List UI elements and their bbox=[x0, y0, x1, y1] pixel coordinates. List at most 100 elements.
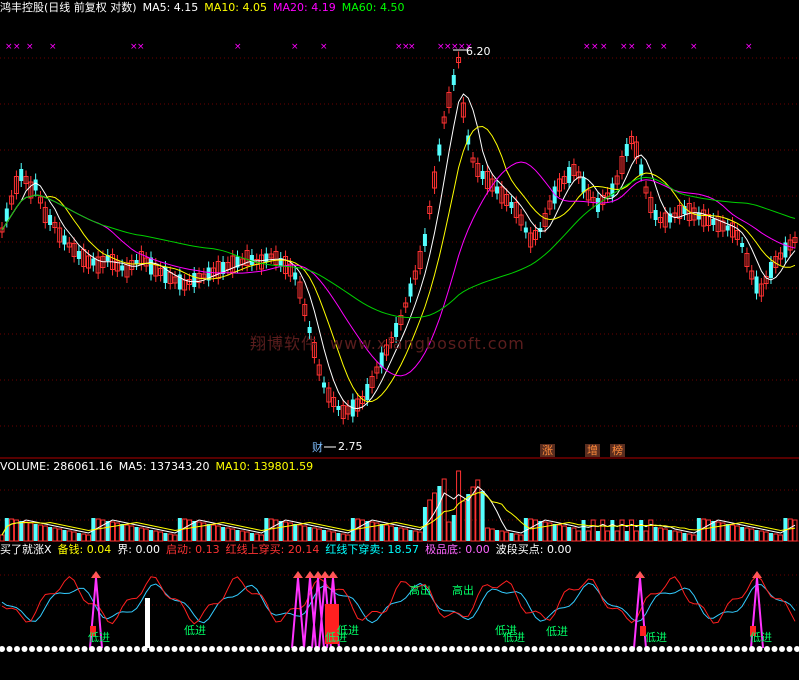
baseline-dot bbox=[321, 646, 328, 652]
volume-bar bbox=[283, 521, 289, 542]
volume-bar bbox=[172, 534, 178, 542]
volume-bar bbox=[206, 524, 211, 541]
baseline-dot bbox=[96, 646, 103, 652]
volume-bar bbox=[230, 528, 236, 542]
volume-bar bbox=[57, 528, 63, 542]
gao-chu-label: 高出 bbox=[409, 584, 431, 597]
candle-body bbox=[19, 169, 24, 181]
volume-bar bbox=[33, 524, 38, 541]
buy-spike bbox=[291, 577, 305, 649]
volume-bar bbox=[567, 527, 572, 541]
candle-body bbox=[740, 243, 745, 247]
indicator-cyan-line bbox=[1, 582, 796, 624]
volume-bar bbox=[153, 530, 159, 542]
baseline-dot bbox=[636, 646, 643, 652]
baseline-dot bbox=[704, 646, 710, 652]
volume-legend-item-2: MA10: 139801.59 bbox=[215, 460, 314, 473]
signal-marker-x: × bbox=[591, 42, 599, 52]
baseline-dot bbox=[606, 646, 613, 652]
volume-bar bbox=[484, 527, 490, 542]
volume-bar bbox=[311, 527, 317, 542]
indicator-panel bbox=[0, 571, 799, 652]
candle-body bbox=[365, 384, 370, 400]
baseline-dot bbox=[89, 646, 95, 652]
baseline-dot bbox=[396, 646, 403, 652]
signal-marker-x: × bbox=[745, 42, 753, 52]
volume-bar bbox=[148, 530, 153, 541]
baseline-dot bbox=[501, 646, 508, 652]
volume-bar bbox=[326, 530, 332, 542]
indicator-legend-item-2: 界: 0.00 bbox=[117, 543, 160, 556]
volume-bar bbox=[163, 533, 168, 541]
volume-panel bbox=[0, 470, 798, 542]
volume-bar bbox=[662, 528, 668, 542]
volume-bar bbox=[504, 531, 510, 542]
volume-bar bbox=[124, 524, 130, 542]
baseline-dot bbox=[771, 646, 778, 652]
price-panel: × × × × × × × × × × ×× × × × × × × × × × × × × × × bbox=[0, 42, 798, 448]
di-jin-label: 低进 bbox=[337, 624, 359, 637]
baseline-dot bbox=[696, 646, 703, 652]
baseline-dot bbox=[546, 646, 553, 652]
signal-marker-x: × bbox=[408, 42, 416, 52]
candle-body bbox=[567, 167, 572, 183]
volume-bar bbox=[249, 533, 254, 541]
baseline-dot bbox=[726, 646, 733, 652]
volume-bar bbox=[705, 519, 711, 542]
candle-body bbox=[91, 258, 96, 266]
indicator-legend-item-0: 买了就涨X bbox=[0, 543, 52, 556]
baseline-dot bbox=[284, 646, 290, 652]
volume-bar bbox=[734, 525, 740, 542]
baseline-dot bbox=[29, 646, 35, 652]
baseline-dot bbox=[36, 646, 43, 652]
baseline-dot bbox=[261, 646, 268, 652]
tag-bang: 榜 bbox=[610, 444, 625, 457]
volume-bar bbox=[600, 519, 606, 542]
volume-bar bbox=[71, 531, 77, 542]
volume-bar bbox=[340, 533, 346, 542]
baseline-dot bbox=[224, 646, 230, 652]
volume-bar bbox=[715, 521, 721, 542]
baseline-dot bbox=[119, 646, 125, 652]
volume-bar bbox=[215, 525, 221, 542]
volume-bar bbox=[359, 519, 365, 542]
baseline-dot bbox=[126, 646, 133, 652]
ma60-line bbox=[1, 176, 796, 319]
baseline-dot bbox=[111, 646, 118, 652]
volume-bar bbox=[542, 521, 548, 542]
volume-bar bbox=[355, 518, 361, 542]
volume-bar bbox=[581, 520, 586, 541]
baseline-dot bbox=[81, 646, 88, 652]
baseline-dot bbox=[201, 646, 208, 652]
baseline-dot bbox=[141, 646, 148, 652]
signal-marker-x: × bbox=[690, 42, 698, 52]
signal-marker-x: × bbox=[13, 42, 21, 52]
indicator-legend-item-6: 极品底: 0.00 bbox=[425, 543, 490, 556]
volume-bar bbox=[561, 525, 567, 542]
high-price-label: 6.20 bbox=[466, 45, 491, 58]
volume-bar bbox=[138, 527, 144, 542]
volume-bar bbox=[460, 500, 466, 542]
volume-bar bbox=[744, 527, 750, 542]
volume-bar bbox=[167, 533, 173, 542]
candle-body bbox=[653, 210, 658, 220]
volume-bar bbox=[52, 527, 58, 542]
volume-bar bbox=[701, 518, 707, 542]
baseline-dot bbox=[554, 646, 560, 652]
volume-bar bbox=[345, 534, 351, 542]
volume-bar bbox=[182, 518, 188, 542]
indicator-legend-item-3: 启动: 0.13 bbox=[165, 543, 220, 556]
volume-bar bbox=[254, 533, 260, 542]
ma-legend-item-2: MA20: 4.19 bbox=[273, 1, 336, 14]
volume-bar bbox=[42, 525, 48, 542]
volume-bar bbox=[28, 522, 34, 542]
volume-bar bbox=[489, 528, 495, 542]
baseline-dot bbox=[0, 646, 5, 652]
baseline-dot bbox=[779, 646, 785, 652]
baseline-dot bbox=[651, 646, 658, 652]
ma-legend-item-0: MA5: 4.15 bbox=[142, 1, 199, 14]
baseline-dot bbox=[644, 646, 650, 652]
baseline-dot bbox=[231, 646, 238, 652]
volume-bar bbox=[48, 527, 53, 541]
low-marker: 财 bbox=[312, 441, 323, 454]
